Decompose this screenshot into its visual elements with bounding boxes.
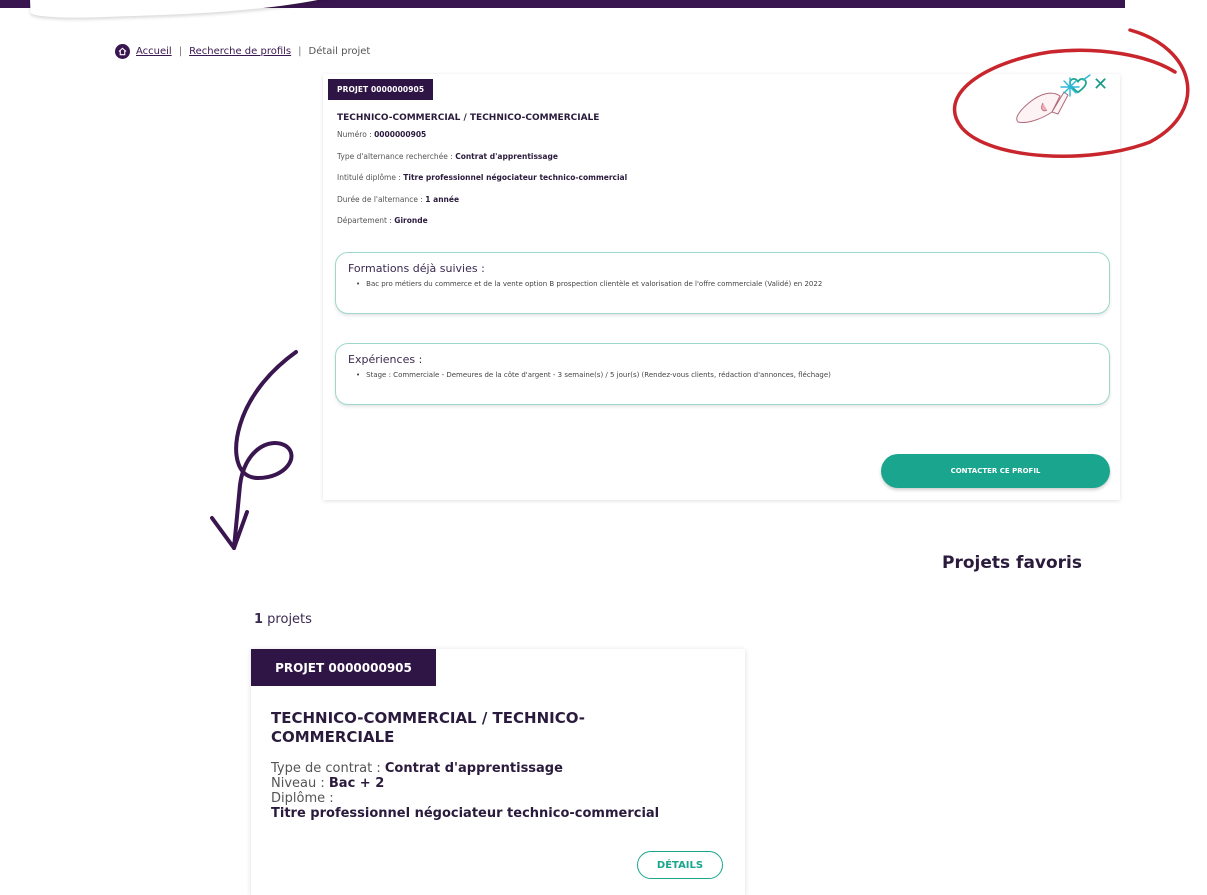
project-departement: Département : Gironde (337, 216, 428, 225)
project-tag: PROJET 0000000905 (328, 79, 434, 100)
home-icon[interactable] (115, 44, 130, 59)
projects-count: 1 projets (254, 612, 312, 627)
project-detail-card: PROJET 0000000905 ✕ TECHNICO-COMMERCIAL … (323, 74, 1120, 500)
favorites-heading: Projets favoris (942, 553, 1083, 573)
breadcrumb-current: Détail projet (308, 46, 371, 57)
project-duree: Durée de l'alternance : 1 année (337, 195, 460, 204)
project-title: TECHNICO-COMMERCIAL / TECHNICO-COMMERCIA… (337, 113, 600, 123)
close-icon[interactable]: ✕ (1093, 76, 1108, 94)
breadcrumb-search-link[interactable]: Recherche de profils (189, 46, 291, 57)
favorite-diplome-label: Diplôme : (271, 791, 334, 806)
favorite-project-card: PROJET 0000000905 TECHNICO-COMMERCIAL / … (251, 649, 745, 895)
formations-item: Bac pro métiers du commerce et de la ven… (356, 280, 822, 288)
favorite-project-tag: PROJET 0000000905 (251, 649, 436, 686)
details-button[interactable]: DÉTAILS (637, 851, 723, 879)
contact-profile-button[interactable]: CONTACTER CE PROFIL (881, 454, 1110, 488)
experiences-title: Expériences : (348, 353, 423, 366)
favorite-project-title: TECHNICO-COMMERCIAL / TECHNICO-COMMERCIA… (271, 709, 585, 746)
favorite-niveau: Niveau : Bac + 2 (271, 776, 385, 791)
favorite-contrat: Type de contrat : Contrat d'apprentissag… (271, 761, 563, 776)
favorite-diplome-value: Titre professionnel négociateur technico… (271, 806, 660, 821)
experiences-section: Expériences : Stage : Commerciale - Deme… (335, 343, 1110, 405)
formations-section: Formations déjà suivies : Bac pro métier… (335, 252, 1110, 314)
project-numero: Numéro : 0000000905 (337, 130, 427, 139)
project-diplome: Intitulé diplôme : Titre professionnel n… (337, 173, 628, 182)
arrow-head (210, 510, 249, 550)
experiences-item: Stage : Commerciale - Demeures de la côt… (356, 371, 831, 379)
breadcrumb-home-link[interactable]: Accueil (136, 46, 172, 57)
breadcrumb-separator: | (298, 46, 302, 57)
breadcrumb-separator: | (178, 46, 183, 57)
formations-title: Formations déjà suivies : (348, 262, 485, 275)
project-type: Type d'alternance recherchée : Contrat d… (337, 152, 558, 161)
arrow-annotation-icon (232, 350, 298, 550)
breadcrumb: Accueil | Recherche de profils | Détail … (115, 44, 370, 59)
heart-icon[interactable] (1069, 78, 1087, 94)
